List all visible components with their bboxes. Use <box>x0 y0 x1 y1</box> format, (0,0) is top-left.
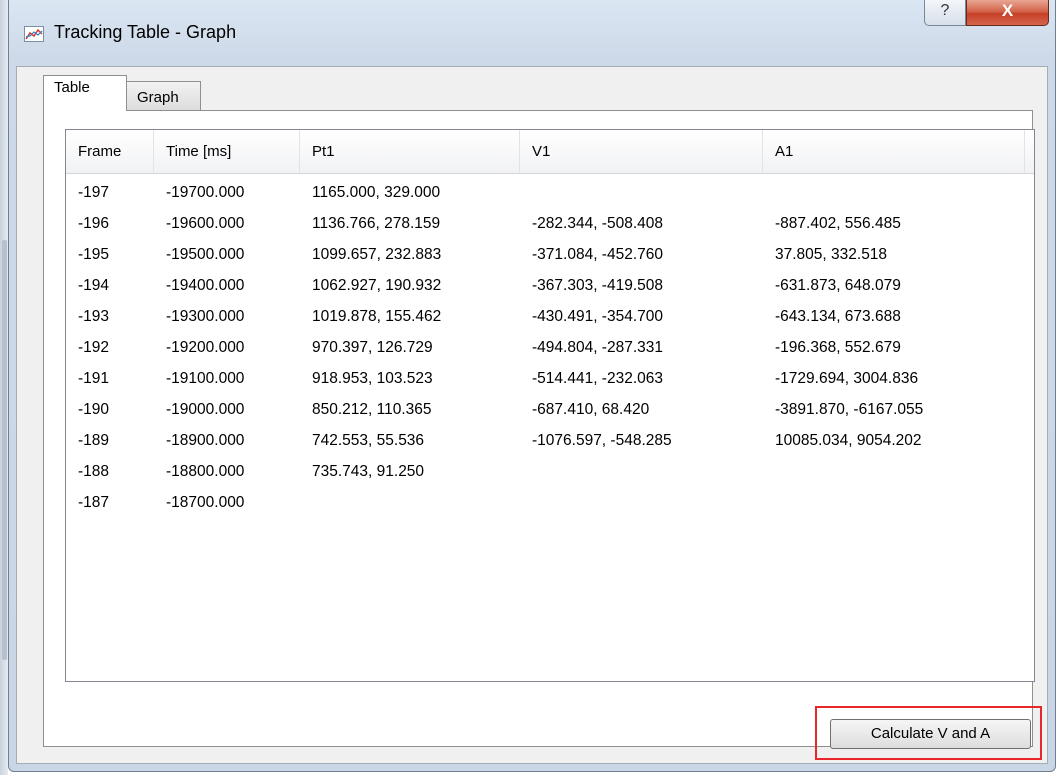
cell-a1: -1729.694, 3004.836 <box>775 370 919 387</box>
cell-time: -19700.000 <box>166 184 245 201</box>
help-icon: ? <box>940 2 950 19</box>
cell-frame: -197 <box>78 184 110 201</box>
cell-a1: 10085.034, 9054.202 <box>775 432 922 449</box>
cell-v1: -430.491, -354.700 <box>532 308 663 325</box>
cell-a1: -887.402, 556.485 <box>775 215 901 232</box>
table-row[interactable]: -192 -19200.000 970.397, 126.729 -494.804, … <box>66 332 1034 363</box>
table-row[interactable]: -195 -19500.000 1099.657, 232.883 -371.084,… <box>66 239 1034 270</box>
cell-frame: -189 <box>78 432 110 449</box>
cell-frame: -188 <box>78 463 110 480</box>
cell-time: -18800.000 <box>166 463 245 480</box>
cell-pt1: 735.743, 91.250 <box>312 463 425 480</box>
table-header: Frame Time [ms] Pt1 V1 A1 <box>66 130 1034 174</box>
table-row[interactable]: -194 -19400.000 1062.927, 190.932 -367.303,… <box>66 270 1034 301</box>
cell-a1: -631.873, 648.079 <box>775 277 901 294</box>
table-row[interactable]: -196 -19600.000 1136.766, 278.159 -282.344,… <box>66 208 1034 239</box>
dialog-client-area: Table Graph Frame Time [ms] Pt1 V1 A1 -1… <box>16 66 1048 764</box>
background-window-edge <box>0 0 8 775</box>
close-icon: X <box>1001 1 1014 20</box>
close-button[interactable]: X <box>966 0 1049 26</box>
cell-frame: -187 <box>78 494 110 511</box>
table-row[interactable]: -187 -18700.000 <box>66 487 1034 518</box>
table-row[interactable]: -197 -19700.000 1165.000, 329.000 <box>66 177 1034 208</box>
cell-pt1: 850.212, 110.365 <box>312 401 432 418</box>
cell-a1: -643.134, 673.688 <box>775 308 901 325</box>
table-row[interactable]: -191 -19100.000 918.953, 103.523 -514.441, … <box>66 363 1034 394</box>
cell-frame: -191 <box>78 370 110 387</box>
cell-frame: -194 <box>78 277 110 294</box>
cell-time: -19100.000 <box>166 370 245 387</box>
column-header-v1[interactable]: V1 <box>520 130 763 173</box>
cell-time: -19400.000 <box>166 277 245 294</box>
chart-line-icon <box>24 26 44 42</box>
cell-pt1: 742.553, 55.536 <box>312 432 425 449</box>
cell-pt1: 1165.000, 329.000 <box>312 184 441 201</box>
cell-frame: -195 <box>78 246 110 263</box>
cell-frame: -190 <box>78 401 110 418</box>
highlight-box: Calculate V and A <box>815 706 1042 760</box>
table-row[interactable]: -189 -18900.000 742.553, 55.536 -1076.597, … <box>66 425 1034 456</box>
cell-time: -19200.000 <box>166 339 245 356</box>
table-row[interactable]: -190 -19000.000 850.212, 110.365 -687.410, … <box>66 394 1034 425</box>
cell-pt1: 970.397, 126.729 <box>312 339 433 356</box>
table-tab-pane: Frame Time [ms] Pt1 V1 A1 -197 -19700.000… <box>43 110 1042 760</box>
column-header-pt1[interactable]: Pt1 <box>300 130 520 173</box>
cell-pt1: 918.953, 103.523 <box>312 370 433 387</box>
cell-v1: -494.804, -287.331 <box>532 339 663 356</box>
cell-frame: -196 <box>78 215 110 232</box>
cell-pt1: 1062.927, 190.932 <box>312 277 442 294</box>
tracking-table-window: Tracking Table - Graph ? X Table Graph F… <box>8 0 1056 772</box>
title-bar[interactable]: Tracking Table - Graph ? X <box>9 0 1055 66</box>
tab-table[interactable]: Table <box>43 75 127 111</box>
cell-pt1: 1099.657, 232.883 <box>312 246 442 263</box>
cell-pt1: 1019.878, 155.462 <box>312 308 442 325</box>
column-header-a1[interactable]: A1 <box>763 130 1025 173</box>
cell-time: -19000.000 <box>166 401 245 418</box>
cell-v1: -282.344, -508.408 <box>532 215 663 232</box>
cell-a1: -3891.870, -6167.055 <box>775 401 924 418</box>
cell-time: -19300.000 <box>166 308 245 325</box>
cell-time: -19600.000 <box>166 215 245 232</box>
cell-v1: -371.084, -452.760 <box>532 246 663 263</box>
column-header-time[interactable]: Time [ms] <box>154 130 300 173</box>
table-row[interactable]: -193 -19300.000 1019.878, 155.462 -430.491,… <box>66 301 1034 332</box>
tracking-table[interactable]: Frame Time [ms] Pt1 V1 A1 -197 -19700.000… <box>65 129 1035 682</box>
cell-v1: -367.303, -419.508 <box>532 277 663 294</box>
cell-v1: -514.441, -232.063 <box>532 370 663 387</box>
cell-time: -18900.000 <box>166 432 245 449</box>
background-scrollbar <box>2 240 7 660</box>
cell-v1: -1076.597, -548.285 <box>532 432 672 449</box>
cell-time: -18700.000 <box>166 494 245 511</box>
cell-frame: -192 <box>78 339 110 356</box>
table-row[interactable]: -188 -18800.000 735.743, 91.250 <box>66 456 1034 487</box>
calculate-v-and-a-button[interactable]: Calculate V and A <box>830 719 1031 749</box>
tab-graph[interactable]: Graph <box>126 81 201 111</box>
cell-a1: 37.805, 332.518 <box>775 246 888 263</box>
cell-frame: -193 <box>78 308 110 325</box>
window-title: Tracking Table - Graph <box>54 22 237 42</box>
cell-a1: -196.368, 552.679 <box>775 339 901 356</box>
cell-v1: -687.410, 68.420 <box>532 401 650 418</box>
cell-time: -19500.000 <box>166 246 245 263</box>
column-header-frame[interactable]: Frame <box>66 130 154 173</box>
cell-pt1: 1136.766, 278.159 <box>312 215 441 232</box>
help-button[interactable]: ? <box>924 0 966 26</box>
